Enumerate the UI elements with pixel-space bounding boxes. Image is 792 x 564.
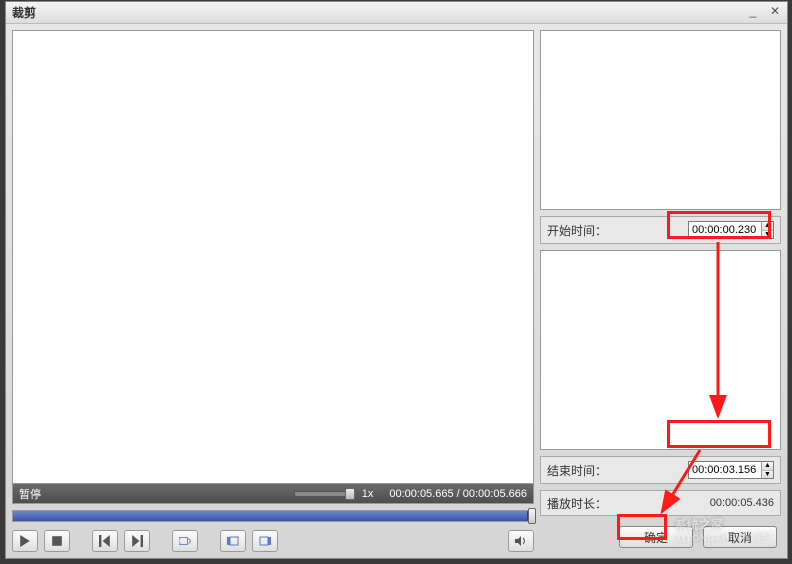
playback-controls bbox=[12, 530, 534, 552]
play-button[interactable] bbox=[12, 530, 38, 552]
end-time-input[interactable] bbox=[689, 462, 761, 478]
video-preview bbox=[12, 30, 534, 484]
mark-end-button[interactable] bbox=[252, 530, 278, 552]
start-time-spinner[interactable]: ▲ ▼ bbox=[688, 221, 774, 239]
start-time-row: 开始时间： ▲ ▼ bbox=[540, 216, 781, 244]
end-time-up[interactable]: ▲ bbox=[762, 462, 773, 471]
volume-button[interactable] bbox=[508, 530, 534, 552]
status-bar: 暂停 1x 00:00:05.665 / 00:00:05.666 bbox=[12, 484, 534, 504]
film-in-icon bbox=[179, 535, 191, 547]
end-time-down[interactable]: ▼ bbox=[762, 471, 773, 479]
end-time-spinner[interactable]: ▲ ▼ bbox=[688, 461, 774, 479]
bracket-out-icon bbox=[259, 535, 271, 547]
playback-status: 暂停 bbox=[19, 486, 41, 502]
start-time-input[interactable] bbox=[689, 222, 761, 238]
end-time-row: 结束时间： ▲ ▼ bbox=[540, 456, 781, 484]
end-preview bbox=[540, 250, 781, 450]
play-icon bbox=[19, 535, 31, 547]
end-time-label: 结束时间： bbox=[547, 462, 688, 479]
prev-icon bbox=[99, 535, 111, 547]
minimize-button[interactable]: _ bbox=[745, 4, 761, 18]
stop-button[interactable] bbox=[44, 530, 70, 552]
speed-slider[interactable] bbox=[294, 491, 354, 497]
window-buttons: _ ✕ bbox=[745, 4, 783, 18]
bracket-in-icon bbox=[227, 535, 239, 547]
start-time-down[interactable]: ▼ bbox=[762, 231, 773, 239]
dialog-body: 暂停 1x 00:00:05.665 / 00:00:05.666 bbox=[6, 24, 787, 558]
duration-label: 播放时长： bbox=[547, 495, 710, 512]
watermark-main: 系统之家 bbox=[674, 517, 722, 533]
window-title: 裁剪 bbox=[12, 4, 36, 21]
next-button[interactable] bbox=[124, 530, 150, 552]
watermark: 系统之家 XITONGZHIJIA.NET bbox=[674, 513, 774, 543]
stop-icon bbox=[51, 535, 63, 547]
trim-dialog-window: 裁剪 _ ✕ 暂停 1x 00:00:05.665 / 00:00:05.666 bbox=[5, 1, 788, 559]
left-column: 暂停 1x 00:00:05.665 / 00:00:05.666 bbox=[12, 30, 534, 552]
duration-row: 播放时长： 00:00:05.436 bbox=[540, 490, 781, 516]
speed-value: 1x bbox=[362, 488, 374, 500]
volume-icon bbox=[515, 535, 527, 547]
mark-start-button[interactable] bbox=[220, 530, 246, 552]
time-total: 00:00:05.666 bbox=[463, 488, 527, 500]
time-sep: / bbox=[454, 488, 463, 500]
mark-in-button[interactable] bbox=[172, 530, 198, 552]
time-current: 00:00:05.665 bbox=[389, 488, 453, 500]
close-button[interactable]: ✕ bbox=[767, 4, 783, 18]
titlebar: 裁剪 _ ✕ bbox=[6, 2, 787, 24]
duration-value: 00:00:05.436 bbox=[710, 497, 774, 509]
progress-wrap bbox=[12, 510, 534, 522]
start-preview bbox=[540, 30, 781, 210]
progress-bar[interactable] bbox=[12, 510, 534, 522]
start-time-up[interactable]: ▲ bbox=[762, 222, 773, 231]
next-icon bbox=[131, 535, 143, 547]
right-column: 开始时间： ▲ ▼ 结束时间： ▲ ▼ bbox=[540, 30, 781, 552]
start-time-label: 开始时间： bbox=[547, 222, 688, 239]
prev-button[interactable] bbox=[92, 530, 118, 552]
